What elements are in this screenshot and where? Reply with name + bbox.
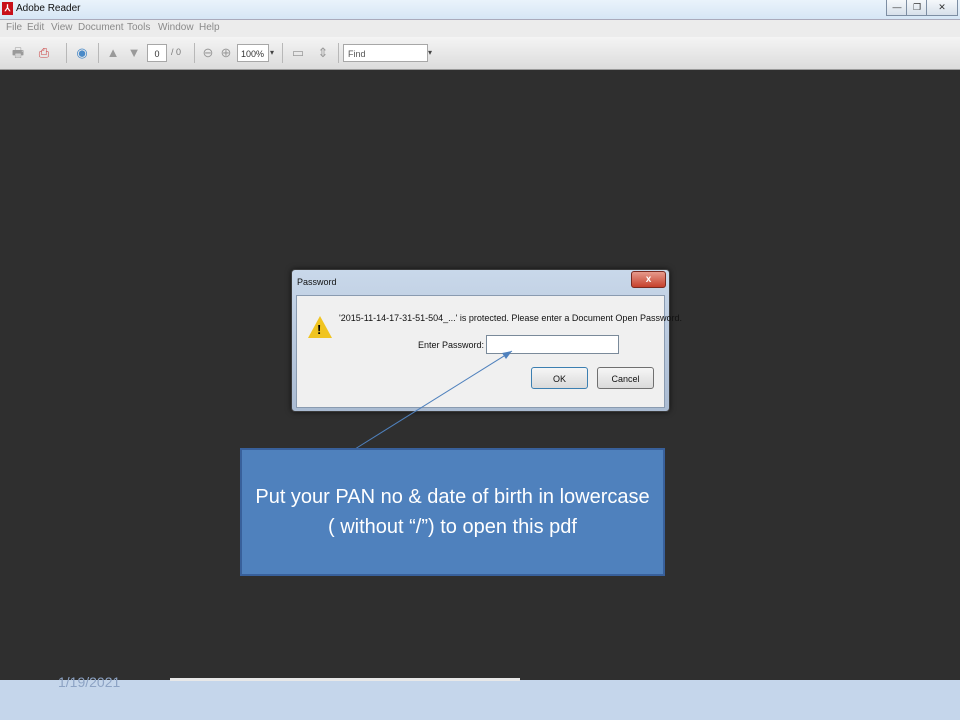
instruction-callout: Put your PAN no & date of birth in lower… — [240, 448, 665, 576]
callout-arrow — [354, 350, 513, 450]
arrow-line — [354, 350, 513, 450]
callout-text: Put your PAN no & date of birth in lower… — [255, 486, 650, 538]
arrow-head-icon — [502, 351, 512, 359]
adobe-reader-window: ⅄ Adobe Reader — ❐ ✕ File Edit View Docu… — [0, 0, 960, 680]
bottom-strip — [170, 678, 520, 681]
slide-date: 1/19/2021 — [58, 674, 121, 690]
